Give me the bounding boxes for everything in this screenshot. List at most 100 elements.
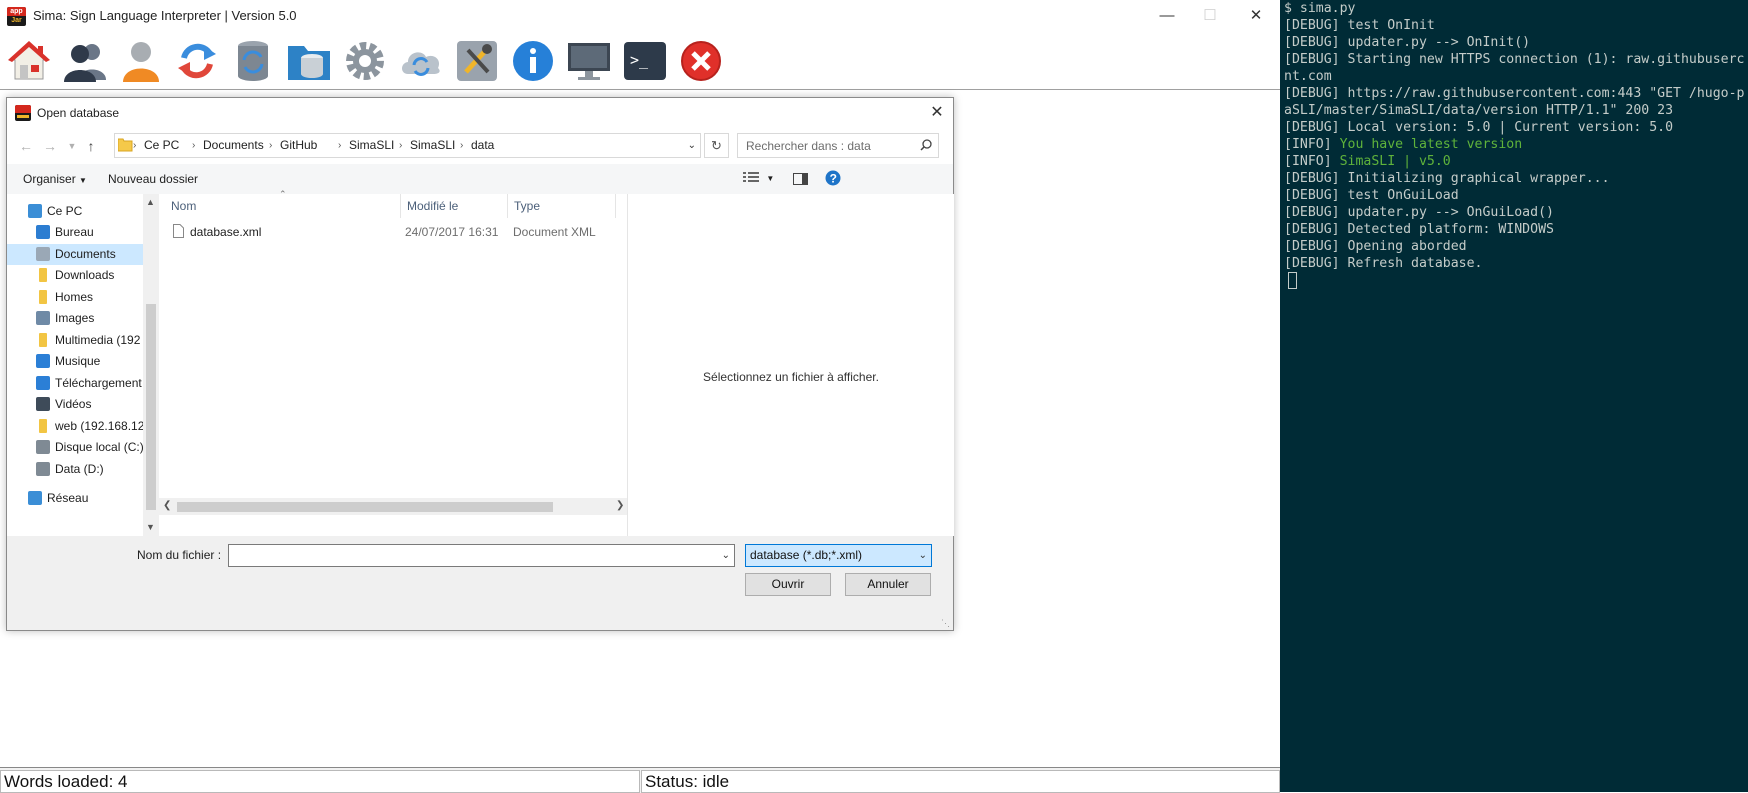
filename-chevron-down-icon[interactable]: ⌄ bbox=[722, 545, 730, 566]
address-bar[interactable]: › Ce PC › Documents › GitHub › SimaSLI › SimaSLI ›… bbox=[114, 133, 701, 158]
nav-item[interactable]: Homes bbox=[7, 287, 143, 308]
terminal-window[interactable]: $ sima.py [DEBUG] test OnInit [DEBUG] upda… bbox=[1280, 0, 1748, 792]
nav-item[interactable]: Musique bbox=[7, 351, 143, 372]
up-arrow-icon[interactable]: ↑ bbox=[82, 137, 100, 155]
filename-combobox[interactable]: ⌄ bbox=[228, 544, 735, 567]
scroll-up-icon[interactable]: ▲ bbox=[146, 197, 155, 207]
resize-grip-icon[interactable]: ⋱ bbox=[941, 618, 950, 629]
sync-icon[interactable] bbox=[174, 38, 220, 84]
desktop-icon bbox=[36, 225, 50, 239]
minimize-button[interactable]: — bbox=[1157, 6, 1177, 26]
forward-arrow-icon[interactable]: → bbox=[41, 137, 59, 155]
file-type: Document XML bbox=[513, 225, 596, 239]
tools-icon[interactable] bbox=[454, 38, 500, 84]
new-folder-button[interactable]: Nouveau dossier bbox=[108, 172, 198, 186]
organize-chevron-icon: ▼ bbox=[79, 176, 87, 185]
terminal-line: aSLI/master/SimaSLI/data/version HTTP/1.… bbox=[1284, 102, 1748, 119]
user-icon[interactable] bbox=[118, 38, 164, 84]
svg-text:?: ? bbox=[830, 172, 837, 186]
folder-icon bbox=[39, 268, 47, 282]
breadcrumb-separator-icon[interactable]: › bbox=[338, 134, 341, 157]
folder-icon bbox=[39, 290, 47, 304]
address-chevron-down-icon[interactable]: ⌄ bbox=[688, 134, 696, 157]
nav-item[interactable]: Vidéos bbox=[7, 394, 143, 415]
breadcrumb-item[interactable]: Documents bbox=[203, 134, 264, 157]
sort-ascending-icon: ⌃ bbox=[279, 189, 287, 199]
breadcrumb-item[interactable]: data bbox=[471, 134, 494, 157]
column-header-type[interactable]: Type bbox=[508, 194, 616, 218]
dialog-titlebar: Open database ✕ bbox=[7, 98, 953, 128]
horizontal-scrollbar[interactable]: ❮ ❯ bbox=[159, 498, 629, 515]
terminal-icon[interactable]: >_ bbox=[622, 38, 668, 84]
database-folder-icon[interactable] bbox=[286, 38, 332, 84]
breadcrumb-separator-icon[interactable]: › bbox=[192, 134, 195, 157]
nav-item[interactable]: Ce PC bbox=[7, 201, 143, 222]
close-circle-icon[interactable] bbox=[678, 38, 724, 84]
breadcrumb-item[interactable]: GitHub bbox=[280, 134, 317, 157]
nav-item[interactable]: web (192.168.12: bbox=[7, 416, 143, 437]
back-arrow-icon[interactable]: ← bbox=[17, 137, 35, 155]
cloud-sync-icon[interactable] bbox=[398, 38, 444, 84]
horizontal-scroll-thumb[interactable] bbox=[177, 502, 553, 512]
breadcrumb-separator-icon[interactable]: › bbox=[133, 134, 136, 157]
terminal-line: [DEBUG] Local version: 5.0 | Current ver… bbox=[1284, 119, 1748, 136]
database-sync-icon[interactable] bbox=[230, 38, 276, 84]
nav-item-label: Homes bbox=[55, 290, 94, 304]
preview-pane: Sélectionnez un fichier à afficher. bbox=[627, 194, 954, 536]
refresh-icon[interactable]: ↻ bbox=[704, 133, 729, 158]
organize-button[interactable]: Organiser ▼ bbox=[23, 172, 87, 186]
scroll-right-icon[interactable]: ❯ bbox=[616, 500, 624, 511]
file-row[interactable]: database.xml 24/07/2017 16:31 Document XML bbox=[159, 221, 629, 243]
open-button[interactable]: Ouvrir bbox=[745, 573, 831, 596]
nav-scroll-thumb[interactable] bbox=[146, 304, 156, 510]
terminal-line-text: [DEBUG] Initializing graphical wrapper..… bbox=[1284, 171, 1610, 186]
preview-pane-icon[interactable] bbox=[793, 173, 808, 185]
file-type-filter[interactable]: database (*.db;*.xml) ⌄ bbox=[745, 544, 932, 567]
main-toolbar: >_ bbox=[0, 33, 1280, 90]
recent-chevron-icon[interactable]: ▼ bbox=[63, 137, 81, 155]
breadcrumb-item[interactable]: SimaSLI bbox=[410, 134, 455, 157]
home-icon[interactable] bbox=[6, 38, 52, 84]
search-input[interactable] bbox=[744, 137, 913, 155]
terminal-line-text: [INFO] bbox=[1284, 137, 1340, 152]
nav-item[interactable]: Documents bbox=[7, 244, 143, 265]
breadcrumb-item[interactable]: SimaSLI bbox=[349, 134, 394, 157]
nav-item[interactable]: Bureau bbox=[7, 222, 143, 243]
close-window-button[interactable]: ✕ bbox=[1246, 6, 1266, 26]
nav-item[interactable]: Réseau bbox=[7, 488, 143, 509]
dialog-close-button[interactable]: ✕ bbox=[927, 103, 947, 123]
help-icon[interactable]: ? bbox=[825, 170, 841, 186]
nav-scrollbar[interactable]: ▲ ▼ bbox=[143, 194, 159, 536]
organize-label: Organiser bbox=[23, 172, 76, 186]
nav-item[interactable]: Multimedia (192 bbox=[7, 330, 143, 351]
gear-icon[interactable] bbox=[342, 38, 388, 84]
terminal-line: [DEBUG] updater.py --> OnInit() bbox=[1284, 34, 1748, 51]
view-options-button[interactable]: ▼ bbox=[743, 171, 774, 186]
column-header-modified[interactable]: Modifié le bbox=[401, 194, 508, 218]
scroll-left-icon[interactable]: ❮ bbox=[163, 500, 171, 511]
cancel-button[interactable]: Annuler bbox=[845, 573, 931, 596]
nav-item[interactable]: Téléchargement bbox=[7, 373, 143, 394]
breadcrumb-separator-icon[interactable]: › bbox=[269, 134, 272, 157]
breadcrumb-separator-icon[interactable]: › bbox=[399, 134, 402, 157]
nav-item[interactable]: Data (D:) bbox=[7, 459, 143, 480]
filename-input[interactable] bbox=[233, 547, 707, 565]
breadcrumb-separator-icon[interactable]: › bbox=[460, 134, 463, 157]
monitor-icon[interactable] bbox=[566, 38, 612, 84]
search-box[interactable] bbox=[737, 133, 939, 158]
nav-item[interactable]: Downloads bbox=[7, 265, 143, 286]
terminal-line-text: [DEBUG] https://raw.githubusercontent.co… bbox=[1284, 86, 1745, 101]
users-icon[interactable] bbox=[62, 38, 108, 84]
video-icon bbox=[36, 397, 50, 411]
maximize-button[interactable]: ☐ bbox=[1200, 6, 1220, 26]
terminal-output: $ sima.py [DEBUG] test OnInit [DEBUG] upda… bbox=[1280, 0, 1748, 272]
nav-item-label: web (192.168.12: bbox=[55, 419, 143, 433]
nav-item-label: Réseau bbox=[47, 491, 89, 505]
scroll-down-icon[interactable]: ▼ bbox=[146, 522, 155, 532]
nav-item[interactable]: Disque local (C:) bbox=[7, 437, 143, 458]
nav-item[interactable]: Images bbox=[7, 308, 143, 329]
info-icon[interactable] bbox=[510, 38, 556, 84]
filter-chevron-down-icon[interactable]: ⌄ bbox=[919, 545, 927, 566]
breadcrumb-item[interactable]: Ce PC bbox=[144, 134, 179, 157]
terminal-line: [DEBUG] updater.py --> OnGuiLoad() bbox=[1284, 204, 1748, 221]
